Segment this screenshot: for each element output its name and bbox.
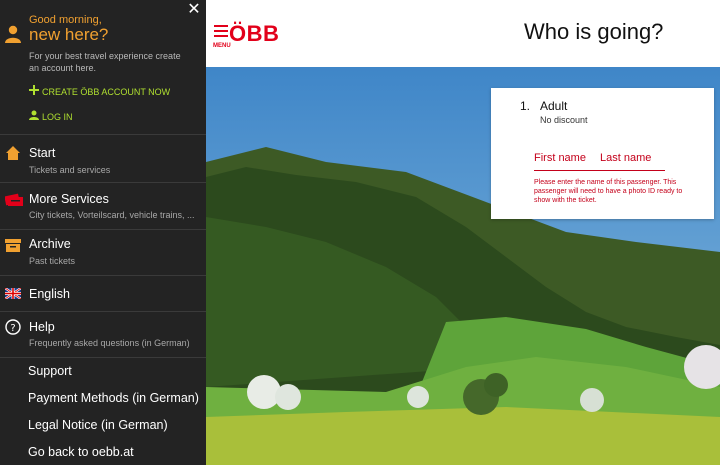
divider <box>0 357 206 358</box>
nav-archive[interactable]: Archive Past tickets <box>0 229 206 274</box>
payment-methods-link[interactable]: Payment Methods (in German) <box>28 391 199 405</box>
last-name-field[interactable]: Last name <box>600 152 651 164</box>
header-bar: MENU ÖBB Who is going? <box>206 0 720 67</box>
nav-title: More Services <box>29 192 109 206</box>
passenger-number: 1. <box>520 99 531 113</box>
tickets-icon <box>5 193 23 206</box>
menu-icon-bar <box>214 30 228 32</box>
nav-title: English <box>29 287 70 301</box>
nav-title: Start <box>29 146 56 160</box>
user-icon <box>29 110 39 120</box>
nav-more-services[interactable]: More Services City tickets, Vorteilscard… <box>0 182 206 228</box>
user-icon <box>5 25 21 43</box>
nav-subtitle: Frequently asked questions (in German) <box>29 338 190 348</box>
support-link[interactable]: Support <box>28 364 72 378</box>
greeting-description: For your best travel experience create a… <box>29 51 181 73</box>
log-in-link[interactable]: LOG IN <box>42 112 73 122</box>
nav-start[interactable]: Start Tickets and services <box>0 134 206 181</box>
nav-title: Archive <box>29 237 71 251</box>
greeting-title: new here? <box>29 25 109 44</box>
nav-subtitle: Past tickets <box>29 256 76 266</box>
first-name-field[interactable]: First name <box>534 152 586 164</box>
passenger-card: 1. Adult No discount First name Last nam… <box>491 88 714 219</box>
page-title: Who is going? <box>524 19 664 44</box>
home-icon <box>6 146 20 160</box>
menu-icon <box>214 25 228 27</box>
nav-subtitle: City tickets, Vorteilscard, vehicle trai… <box>29 210 195 220</box>
menu-icon-bar <box>214 35 228 37</box>
archive-icon <box>5 239 21 252</box>
name-error-message: Please enter the name of this passenger.… <box>534 179 683 204</box>
svg-text:?: ? <box>10 323 15 334</box>
close-icon[interactable]: ✕ <box>186 2 202 18</box>
uk-flag-icon <box>5 288 21 299</box>
passenger-type: Adult <box>540 99 568 113</box>
nav-help[interactable]: ? Help Frequently asked questions (in Ge… <box>0 311 206 356</box>
obb-logo[interactable]: ÖBB <box>229 21 279 47</box>
nav-title: Help <box>29 320 55 334</box>
back-to-oebb-link[interactable]: Go back to oebb.at <box>28 445 134 459</box>
passenger-discount[interactable]: No discount <box>540 115 588 125</box>
plus-icon <box>29 85 39 95</box>
nav-language[interactable]: English <box>0 275 206 311</box>
help-icon: ? <box>5 319 21 335</box>
name-field-underline <box>534 170 665 171</box>
create-account-link[interactable]: CREATE ÖBB ACCOUNT NOW <box>42 87 170 97</box>
side-menu: ✕ Good morning, new here? For your best … <box>0 0 206 465</box>
legal-notice-link[interactable]: Legal Notice (in German) <box>28 418 168 432</box>
nav-subtitle: Tickets and services <box>29 165 111 175</box>
